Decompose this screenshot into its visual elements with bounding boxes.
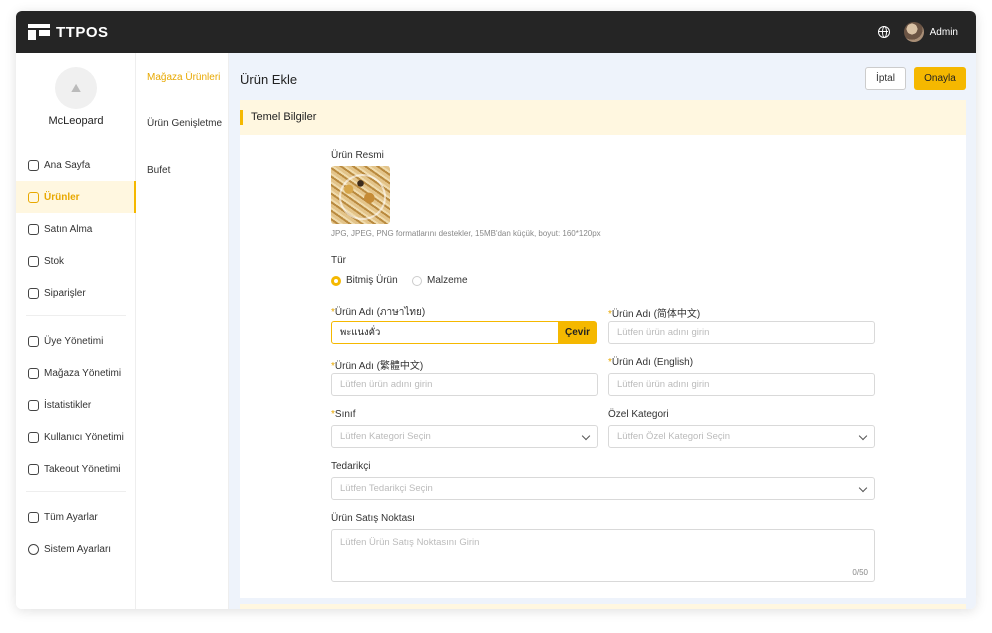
main-content: Ürün Ekle İptal Onayla Temel Bilgiler Ür… xyxy=(229,53,976,609)
class-label: *Sınıf xyxy=(331,409,356,420)
chevron-down-icon xyxy=(858,431,868,441)
radio-label: Malzeme xyxy=(427,275,468,286)
sidebar-item-label: Siparişler xyxy=(44,287,86,299)
special-category-placeholder: Lütfen Özel Kategori Seçin xyxy=(617,431,731,442)
sidebar-item-label: Takeout Yönetimi xyxy=(44,463,121,475)
sidebar-item-products[interactable]: Ürünler xyxy=(16,181,136,213)
type-label: Tür xyxy=(331,255,346,266)
sidebar-item-label: Satın Alma xyxy=(44,223,93,235)
special-category-label: Özel Kategori xyxy=(608,409,669,420)
box-icon xyxy=(28,255,39,267)
takeout-icon xyxy=(28,463,39,475)
char-counter: 0/50 xyxy=(852,568,868,577)
gear-icon xyxy=(28,543,39,555)
selling-point-textarea[interactable]: Lütfen Ürün Satış Noktasını Girin 0/50 xyxy=(331,529,875,582)
sub-navigation: Mağaza Ürünleri Ürün Genişletme Bufet xyxy=(136,53,229,609)
users-icon xyxy=(28,431,39,443)
name-zh-cn-label: *Ürün Adı (简体中文) xyxy=(608,309,701,320)
section-header: Temel Bilgiler xyxy=(240,100,966,135)
sidebar-item-label: Mağaza Yönetimi xyxy=(44,367,122,379)
name-en-label: *Ürün Adı (English) xyxy=(608,357,694,368)
basic-info-form: Ürün Resmi JPG, JPEG, PNG formatlarını d… xyxy=(240,135,966,598)
app-window: TTPOS Admin ⛰ McLeopard Ana Sayfa Ürünle… xyxy=(16,11,976,609)
settings-grid-icon xyxy=(28,511,39,523)
section-title: Temel Bilgiler xyxy=(251,111,317,123)
sidebar-item-orders[interactable]: Siparişler xyxy=(16,277,136,309)
user-avatar[interactable] xyxy=(903,22,924,42)
sidebar-item-stock[interactable]: Stok xyxy=(16,245,136,277)
subnav-product-extension[interactable]: Ürün Genişletme xyxy=(147,117,227,131)
name-th-label: *Ürün Adı (ภาษาไทย) xyxy=(331,307,426,318)
user-name[interactable]: Admin xyxy=(930,27,958,38)
store-avatar[interactable]: ⛰ xyxy=(55,67,97,109)
sidebar-item-label: Stok xyxy=(44,255,65,267)
selling-point-label: Ürün Satış Noktası xyxy=(331,513,415,524)
type-radio-ingredient[interactable]: Malzeme xyxy=(412,275,468,286)
name-zh-tw-input[interactable]: Lütfen ürün adını girin xyxy=(331,373,598,396)
sidebar-divider xyxy=(26,315,126,316)
page-title: Ürün Ekle xyxy=(240,72,298,87)
name-en-input[interactable]: Lütfen ürün adını girin xyxy=(608,373,875,396)
sidebar-item-store-management[interactable]: Mağaza Yönetimi xyxy=(16,357,136,389)
supplier-select[interactable]: Lütfen Tedarikçi Seçin xyxy=(331,477,875,500)
sidebar-item-label: Ürünler xyxy=(44,191,80,203)
selling-point-placeholder: Lütfen Ürün Satış Noktasını Girin xyxy=(340,537,480,548)
name-th-input[interactable]: พะแนงคั่ว xyxy=(331,321,559,344)
language-globe-icon[interactable] xyxy=(877,26,890,38)
cart-icon xyxy=(28,223,39,235)
confirm-button[interactable]: Onayla xyxy=(914,67,966,90)
sidebar-item-label: Sistem Ayarları xyxy=(44,543,112,555)
translate-button[interactable]: Çevir xyxy=(558,321,597,344)
radio-label: Bitmiş Ürün xyxy=(346,275,398,286)
subnav-buffet[interactable]: Bufet xyxy=(147,164,227,178)
sidebar-item-label: Kullanıcı Yönetimi xyxy=(44,431,124,443)
class-select[interactable]: Lütfen Kategori Seçin xyxy=(331,425,598,448)
sidebar-item-takeout[interactable]: Takeout Yönetimi xyxy=(16,453,136,485)
cube-icon xyxy=(28,191,39,203)
class-select-placeholder: Lütfen Kategori Seçin xyxy=(340,431,431,442)
sidebar-item-label: Ana Sayfa xyxy=(44,159,91,171)
sidebar-item-members[interactable]: Üye Yönetimi xyxy=(16,325,136,357)
cancel-button[interactable]: İptal xyxy=(865,67,906,90)
store-icon xyxy=(28,367,39,379)
supplier-label: Tedarikçi xyxy=(331,461,371,472)
store-name: McLeopard xyxy=(48,115,104,127)
image-label: Ürün Resmi xyxy=(331,150,384,161)
next-section-header xyxy=(240,604,966,609)
chart-icon xyxy=(28,159,39,171)
radio-checked-icon xyxy=(331,275,341,286)
sidebar-item-label: Tüm Ayarlar xyxy=(44,511,98,523)
subnav-store-products[interactable]: Mağaza Ürünleri xyxy=(147,71,227,85)
logo-icon xyxy=(28,24,50,40)
member-icon xyxy=(28,335,39,347)
sidebar-item-label: Üye Yönetimi xyxy=(44,335,104,347)
product-image[interactable] xyxy=(331,166,390,224)
radio-unchecked-icon xyxy=(412,275,422,286)
sidebar-item-system-settings[interactable]: Sistem Ayarları xyxy=(16,533,136,565)
supplier-placeholder: Lütfen Tedarikçi Seçin xyxy=(340,483,433,494)
special-category-select[interactable]: Lütfen Özel Kategori Seçin xyxy=(608,425,875,448)
sidebar-item-all-settings[interactable]: Tüm Ayarlar xyxy=(16,501,136,533)
image-hint: JPG, JPEG, PNG formatlarını destekler, 1… xyxy=(331,229,601,238)
top-bar: TTPOS Admin xyxy=(16,11,976,53)
sidebar: ⛰ McLeopard Ana Sayfa Ürünler Satın Alma… xyxy=(16,53,136,609)
sidebar-item-home[interactable]: Ana Sayfa xyxy=(16,149,136,181)
sidebar-item-statistics[interactable]: İstatistikler xyxy=(16,389,136,421)
stats-icon xyxy=(28,399,39,411)
clipboard-icon xyxy=(28,287,39,299)
type-radio-finished[interactable]: Bitmiş Ürün xyxy=(331,275,398,286)
sidebar-item-users[interactable]: Kullanıcı Yönetimi xyxy=(16,421,136,453)
logo-text: TTPOS xyxy=(56,23,109,41)
chevron-down-icon xyxy=(858,483,868,493)
sidebar-item-purchase[interactable]: Satın Alma xyxy=(16,213,136,245)
sidebar-item-label: İstatistikler xyxy=(44,399,92,411)
sidebar-divider xyxy=(26,491,126,492)
name-zh-cn-input[interactable]: Lütfen ürün adını girin xyxy=(608,321,875,344)
chevron-down-icon xyxy=(581,431,591,441)
name-zh-tw-label: *Ürün Adı (繁體中文) xyxy=(331,361,424,372)
logo[interactable]: TTPOS xyxy=(28,24,109,41)
